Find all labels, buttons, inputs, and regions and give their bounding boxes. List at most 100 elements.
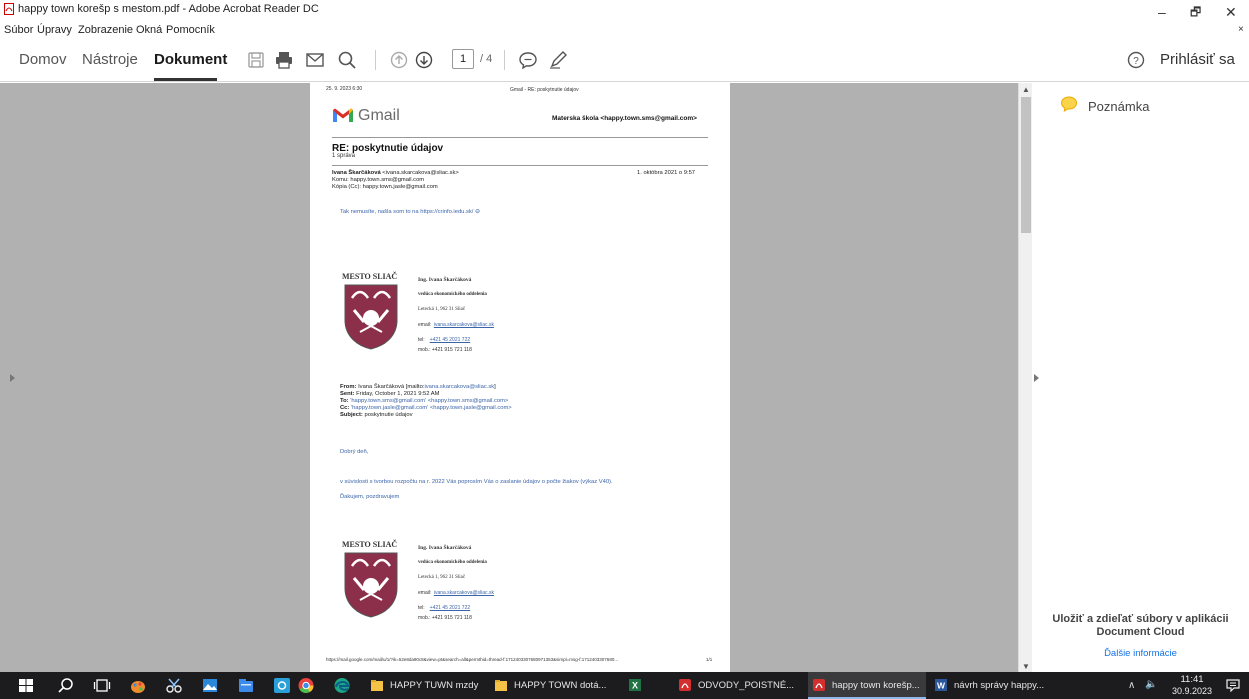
signature-tel-link[interactable]: +421 45 2021 722: [430, 337, 470, 343]
clock-date[interactable]: 30.9.2023: [1168, 686, 1216, 696]
quoted-to: To: 'happy.town.sms@gmail.com' <happy.to…: [340, 398, 508, 404]
quoted-to-value: 'happy.town.sms@gmail.com' <happy.town.s…: [350, 398, 509, 404]
file-explorer-icon[interactable]: [236, 676, 256, 695]
taskbar-folder-mzdy[interactable]: HAPPY TUWN mzdy: [366, 672, 490, 699]
word-icon: W: [935, 679, 947, 691]
gmail-wordmark: Gmail: [358, 107, 400, 124]
maximize-button[interactable]: 🗗: [1190, 5, 1201, 19]
scroll-thumb[interactable]: [1021, 97, 1031, 233]
menu-view[interactable]: Zobrazenie: [78, 24, 133, 36]
help-icon[interactable]: ?: [1127, 51, 1145, 69]
comment-note-icon[interactable]: [1060, 95, 1078, 113]
task-view-icon[interactable]: [92, 676, 112, 695]
svg-text:W: W: [937, 681, 946, 691]
window-title: happy town korešp s mestom.pdf - Adobe A…: [18, 3, 319, 15]
taskbar-pdf-odvody[interactable]: ODVODY_POISTNÉ...: [674, 672, 802, 699]
tab-document[interactable]: Dokument: [154, 51, 227, 68]
signature-tel-row: tel: +421 45 2021 722: [418, 605, 470, 611]
snipping-tool-icon[interactable]: [164, 676, 184, 695]
task-label: happy town korešp...: [832, 680, 920, 691]
signature-name: Ing. Ivana Škarčáková: [418, 545, 472, 551]
account-email: Materska škola <happy.town.sms@gmail.com…: [552, 115, 697, 122]
comment-icon[interactable]: [518, 50, 538, 70]
close-button[interactable]: ✕: [1225, 5, 1237, 19]
pdf-header-date: 25. 9. 2023 6:30: [326, 86, 363, 92]
chrome-icon[interactable]: [296, 676, 316, 695]
settings-app-icon[interactable]: [272, 676, 292, 695]
document-cloud-promo: Uložiť a zdieľať súbory v aplikácii Docu…: [1032, 613, 1249, 639]
tab-home[interactable]: Domov: [19, 51, 67, 68]
signature-mob-label: mob.:: [418, 347, 431, 353]
save-icon[interactable]: [246, 50, 266, 70]
minimize-button[interactable]: –: [1158, 5, 1166, 19]
svg-text:X: X: [632, 681, 638, 691]
quoted-cc: Cc: 'happy.town.jasle@gmail.com' <happy.…: [340, 405, 512, 411]
windows-start-icon[interactable]: [16, 676, 36, 695]
collapse-panel-icon[interactable]: [1034, 374, 1039, 382]
cc-line: Kópia (Cc): happy.town.jasle@gmail.com: [332, 184, 438, 190]
search-icon[interactable]: [337, 50, 357, 70]
document-viewport[interactable]: 25. 9. 2023 6:30 Gmail - RE: poskytnutie…: [0, 83, 1018, 672]
clock-time[interactable]: 11:41: [1170, 674, 1214, 685]
menu-file[interactable]: Súbor: [4, 24, 33, 36]
edge-icon[interactable]: [332, 676, 352, 695]
gmail-logo-icon: [333, 108, 353, 122]
quoted-from-link[interactable]: ivana.skarcakova@sliac.sk: [424, 384, 494, 390]
promo-line-2: Document Cloud: [1096, 626, 1185, 638]
quoted-sent-label: Sent:: [340, 391, 355, 397]
volume-icon[interactable]: 🔈: [1145, 679, 1157, 690]
signature-email-label: email:: [418, 590, 432, 596]
signature-mob-label: mob.:: [418, 615, 431, 621]
menu-edit[interactable]: Úpravy: [37, 24, 72, 36]
search-icon[interactable]: [56, 676, 76, 695]
signature-address: Letecká 1, 962 31 Sliač: [418, 307, 466, 312]
signature-tel-label: tel:: [418, 337, 425, 343]
scroll-down-icon[interactable]: ▼: [1022, 662, 1030, 671]
vertical-scrollbar[interactable]: ▲ ▼: [1018, 83, 1032, 672]
signature-town-name: MESTO SLIAČ: [342, 272, 398, 281]
signature-email-row: email: ivana.skarcakova@sliac.sk: [418, 590, 494, 596]
print-icon[interactable]: [274, 50, 294, 70]
crinfo-link[interactable]: https://crinfo.iedu.sk/: [420, 209, 473, 215]
message-count: 1 správa: [332, 153, 356, 159]
tray-overflow-icon[interactable]: ∧: [1128, 680, 1135, 691]
left-panel-toggle-icon[interactable]: [10, 374, 15, 382]
notification-center-icon[interactable]: [1226, 678, 1240, 692]
more-info-link[interactable]: Ďalšie informácie: [1032, 648, 1249, 659]
page-number-input[interactable]: 1: [452, 49, 474, 69]
taskbar-pdf-active[interactable]: happy town korešp...: [808, 672, 926, 699]
previous-page-icon[interactable]: [389, 50, 409, 70]
task-label: HAPPY TUWN mzdy: [390, 680, 479, 691]
to-line: Komu: happy.town.sms@gmail.com: [332, 177, 425, 183]
excel-icon: X: [629, 679, 641, 691]
taskbar-excel[interactable]: X: [618, 672, 652, 699]
taskbar-folder-dotacie[interactable]: HAPPY TOWN dotá...: [490, 672, 606, 699]
menu-help[interactable]: Pomocník: [166, 24, 215, 36]
sign-in-button[interactable]: Prihlásiť sa: [1160, 51, 1235, 68]
active-tab-indicator: [154, 78, 217, 81]
note-label[interactable]: Poznámka: [1088, 99, 1149, 114]
quoted-sent: Sent: Friday, October 1, 2021 9:52 AM: [340, 391, 439, 397]
pen-icon[interactable]: [548, 50, 568, 70]
quoted-from: From: Ivana Škarčáková [mailto:ivana.ska…: [340, 384, 496, 390]
signature-email-link[interactable]: ivana.skarcakova@sliac.sk: [434, 590, 494, 596]
taskbar-word[interactable]: W návrh správy happy...: [930, 672, 1054, 699]
task-label: HAPPY TOWN dotá...: [514, 680, 607, 691]
quoted-sent-value: Friday, October 1, 2021 9:52 AM: [356, 391, 440, 397]
quoted-cc-label: Cc:: [340, 405, 350, 411]
signature-tel-link[interactable]: +421 45 2021 722: [430, 605, 470, 611]
close-document-button[interactable]: ×: [1238, 24, 1244, 35]
menu-window[interactable]: Okná: [136, 24, 162, 36]
signature-email-link[interactable]: ivana.skarcakova@sliac.sk: [434, 322, 494, 328]
scroll-up-icon[interactable]: ▲: [1022, 85, 1030, 94]
photos-app-icon[interactable]: [200, 676, 220, 695]
task-label: návrh správy happy...: [954, 680, 1045, 691]
next-page-icon[interactable]: [414, 50, 434, 70]
email-signature: MESTO SLIAČ Ing. Ivana Škarčáková vedúca…: [340, 540, 600, 650]
tab-tools[interactable]: Nástroje: [82, 51, 138, 68]
signature-town-name: MESTO SLIAČ: [342, 540, 398, 549]
quoted-subject: Subject: poskytnutie údajov: [340, 412, 413, 418]
mail-icon[interactable]: [305, 50, 325, 70]
paint-app-icon[interactable]: [128, 676, 148, 695]
signature-department: vedúca ekonomického oddelenia: [418, 292, 487, 297]
